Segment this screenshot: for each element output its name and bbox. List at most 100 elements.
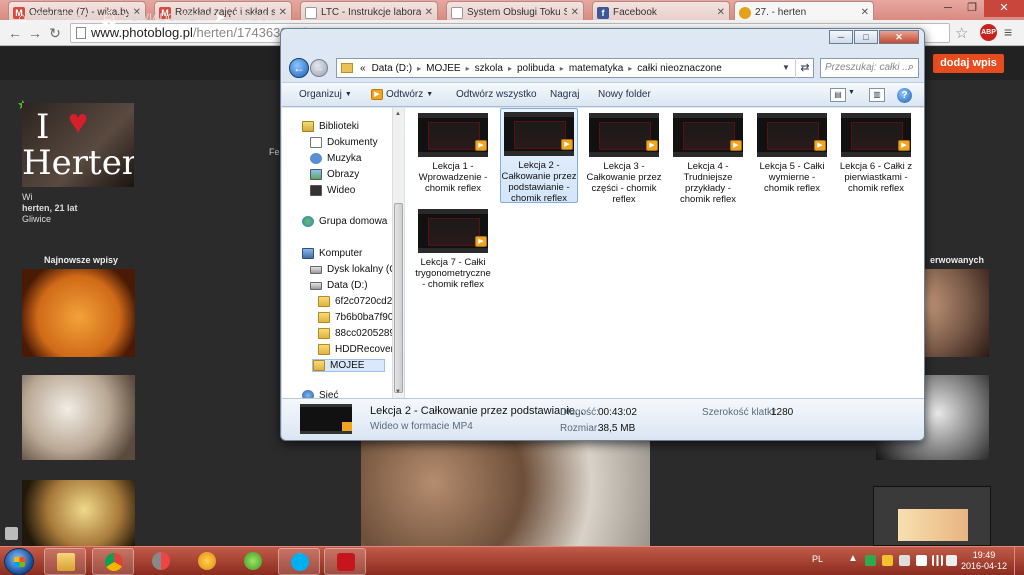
taskbar-app[interactable] [232,548,274,575]
avatar[interactable]: I ♥ Herten [22,103,134,187]
file-item-selected[interactable]: ▶ Lekcja 2 - Całkowanie przez podstawian… [500,108,578,204]
scroll-down-icon[interactable]: ▼ [395,389,401,395]
nav-computer[interactable]: Komputer [302,248,362,259]
refresh-icon[interactable]: ⇄ [795,58,814,78]
main-photo[interactable] [361,440,650,546]
nav-folder[interactable]: HDDRecovery [318,344,399,355]
organize-button[interactable]: Organizuj ▼ [299,89,352,100]
entry-thumbnail[interactable] [22,375,135,460]
tray-app-icon[interactable] [899,555,910,566]
profile-username[interactable]: herten, 21 lat [22,203,78,213]
close-icon[interactable]: ✕ [861,7,869,18]
tray-app-icon[interactable] [865,555,876,566]
nav-notifications[interactable]: 🔔︎ POWIADOMIENIA [100,9,214,26]
play-all-button[interactable]: Odtwórz wszystko [456,89,537,100]
chevron-right-icon[interactable]: ▸ [415,64,423,73]
breadcrumb-item[interactable]: całki nieoznaczone [634,63,725,74]
scroll-up-icon[interactable]: ▲ [395,111,401,117]
chat-icon[interactable] [5,527,18,540]
minimize-icon[interactable]: ─ [829,30,853,44]
breadcrumb-item[interactable]: matematyka [566,63,626,74]
maximize-icon[interactable]: ❐ [960,0,984,17]
close-icon[interactable]: ✕ [717,7,725,18]
chevron-right-icon[interactable]: ▸ [558,64,566,73]
scrollbar-thumb[interactable] [394,203,403,393]
nav-data-disk[interactable]: Data (D:) [310,280,368,291]
nav-home[interactable]: ⌂ CENTRALA [18,9,90,25]
tab-facebook[interactable]: f Facebook ✕ [592,1,730,20]
file-item[interactable]: ▶ Lekcja 1 - Wprowadzenie - chomik refle… [414,110,492,194]
start-button[interactable] [4,548,34,575]
nav-libraries[interactable]: Biblioteki [302,121,359,132]
chevron-right-icon[interactable]: ▸ [626,64,634,73]
nav-pictures[interactable]: Obrazy [310,169,359,180]
nav-videos[interactable]: Wideo [310,185,355,196]
volume-icon[interactable] [946,555,957,566]
tab-ltc[interactable]: LTC - Instrukcje laborator ✕ [300,1,438,20]
nav-pane-scrollbar[interactable]: ▲ ▼ [392,108,404,398]
taskbar-explorer[interactable] [44,548,86,575]
nav-local-disk[interactable]: Dysk lokalny (C:) [310,264,403,275]
taskbar-skype[interactable] [278,548,320,575]
new-folder-button[interactable]: Nowy folder [598,89,651,100]
search-input[interactable]: Przeszukaj: całki ... ⌕ [820,58,919,78]
breadcrumb-item[interactable]: MOJEE [423,63,463,74]
file-item[interactable]: ▶ Lekcja 7 - Całki trygonometryczne - ch… [414,206,492,290]
bookmark-star-icon[interactable]: ☆ [955,24,968,42]
taskbar-acrobat[interactable] [324,548,366,575]
entry-thumbnail[interactable] [873,486,991,546]
chevron-right-icon[interactable]: ▸ [506,64,514,73]
burn-button[interactable]: Nagraj [550,89,579,100]
taskbar-app[interactable] [140,548,182,575]
file-item[interactable]: ▶ Lekcja 5 - Całki wymierne - chomik ref… [753,110,831,194]
tab-photoblog-active[interactable]: 27. - herten ✕ [734,1,874,20]
tab-study-system[interactable]: System Obsługi Toku Stud ✕ [446,1,584,20]
minimize-icon[interactable]: ─ [936,0,960,17]
close-window-icon[interactable]: ✕ [984,0,1024,17]
close-icon[interactable]: ✕ [571,7,579,18]
chevron-down-icon[interactable]: ▼ [848,89,855,96]
clock[interactable]: 19:49 2016-04-12 [958,550,1010,572]
tray-app-icon[interactable] [882,555,893,566]
help-icon[interactable]: ? [897,88,912,103]
menu-icon[interactable]: ≡ [1004,24,1012,40]
breadcrumb[interactable]: « Data (D:) ▸ MOJEE ▸ szkola ▸ polibuda … [336,58,814,78]
play-button[interactable]: ▶ Odtwórz ▼ [371,89,433,100]
breadcrumb-overflow[interactable]: « [357,63,369,74]
reload-icon[interactable]: ↻ [46,24,64,42]
forward-arrow-icon[interactable]: → [310,59,328,77]
chevron-right-icon[interactable]: ▸ [464,64,472,73]
maximize-icon[interactable]: □ [854,30,878,44]
nav-music[interactable]: Muzyka [310,153,361,164]
breadcrumb-item[interactable]: Data (D:) [369,63,416,74]
adblock-plus-icon[interactable]: ABP [980,24,997,41]
file-item[interactable]: ▶ Lekcja 6 - Całki z pierwiastkami - cho… [837,110,915,194]
nav-folder-selected[interactable]: MOJEE [312,359,386,372]
breadcrumb-item[interactable]: szkola [472,63,506,74]
language-indicator[interactable]: PL [812,554,823,564]
taskbar-chrome[interactable] [92,548,134,575]
add-entry-button[interactable]: dodaj wpis [933,54,1004,73]
nav-messages[interactable]: ➤ WIADOM [214,9,277,26]
back-arrow-icon[interactable]: ← [289,58,309,78]
close-icon[interactable]: ✕ [425,7,433,18]
breadcrumb-item[interactable]: polibuda [514,63,558,74]
length-value[interactable]: 00:43:02 [598,407,637,418]
preview-pane-icon[interactable]: ▥ [869,88,885,102]
tray-expand-icon[interactable]: ▲ [848,553,858,564]
show-desktop-button[interactable] [1014,547,1024,575]
frame-width-value[interactable]: 1280 [771,407,793,418]
network-signal-icon[interactable] [932,555,943,566]
taskbar-app[interactable] [186,548,228,575]
chevron-down-icon[interactable]: ▼ [777,58,795,78]
back-arrow-icon[interactable]: ← [6,24,24,42]
file-item[interactable]: ▶ Lekcja 4 - Trudniejsze przykłady - cho… [669,110,747,205]
change-view-icon[interactable]: ▤ [830,88,846,102]
forward-arrow-icon[interactable]: → [26,24,44,42]
nav-homegroup[interactable]: Grupa domowa [302,216,387,227]
close-icon[interactable]: ✕ [279,7,287,18]
entry-thumbnail[interactable] [22,269,135,357]
nav-documents[interactable]: Dokumenty [310,137,378,148]
close-icon[interactable]: ✕ [879,30,919,44]
file-item[interactable]: ▶ Lekcja 3 - Całkowanie przez części - c… [585,110,663,205]
